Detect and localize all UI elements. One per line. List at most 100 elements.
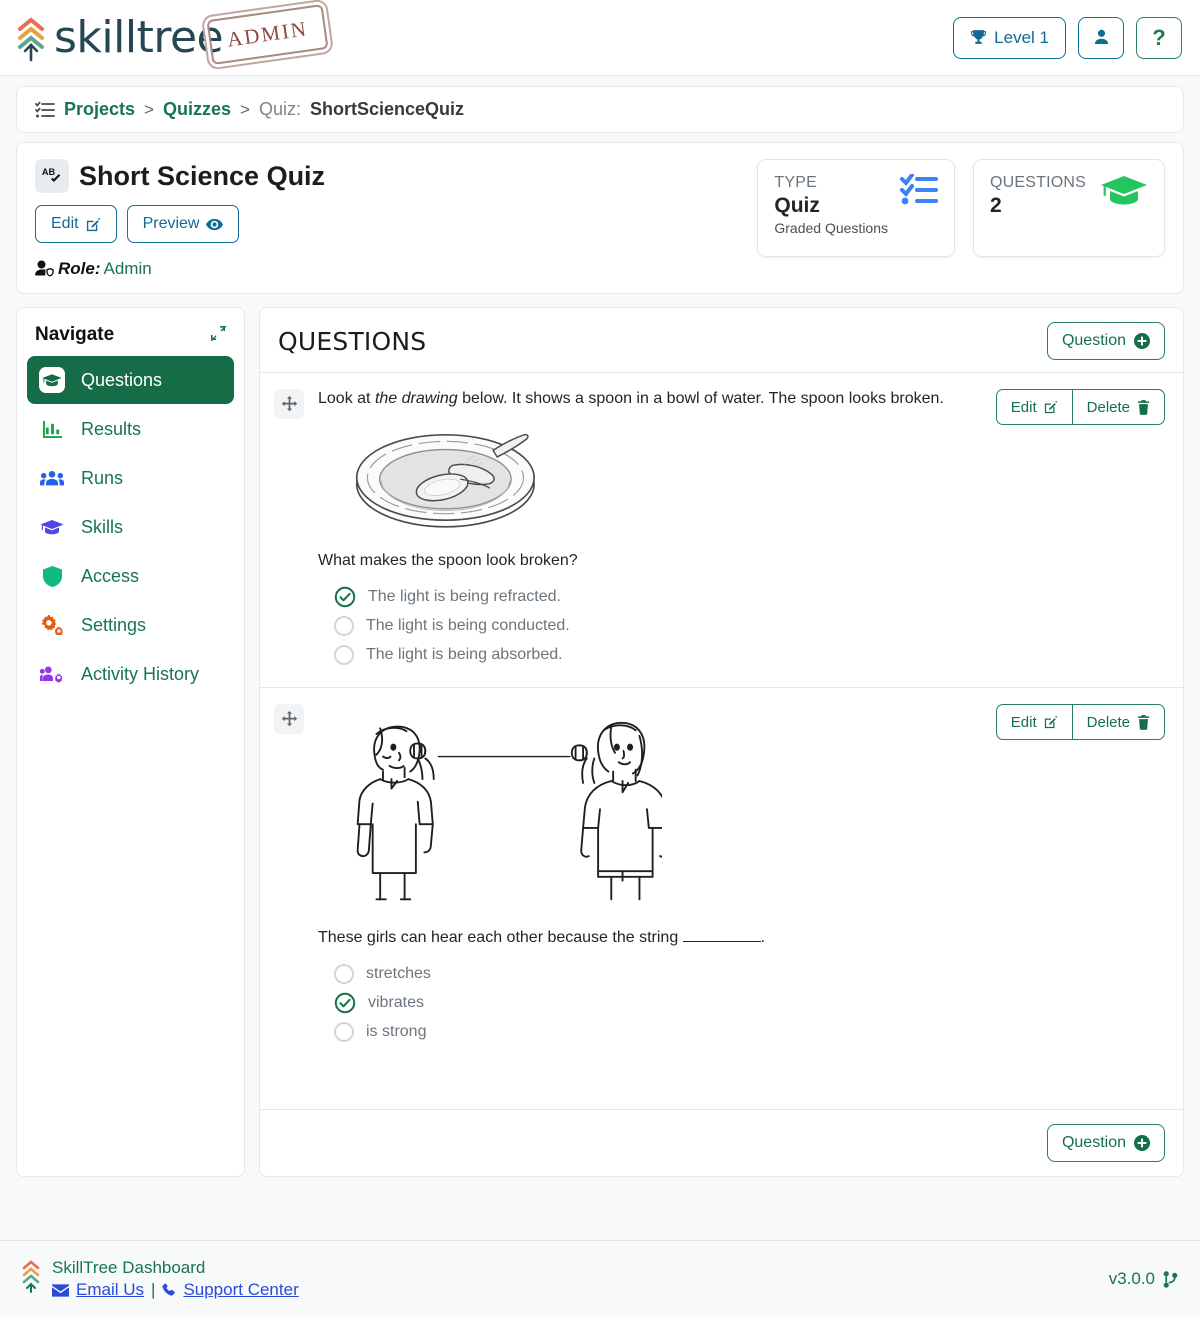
footer-left: SkillTree Dashboard Email Us | Support C… (20, 1258, 299, 1301)
add-question-button-top[interactable]: Question (1046, 322, 1165, 360)
arrows-move-icon[interactable] (274, 704, 304, 735)
edit-quiz-button[interactable]: Edit (35, 205, 117, 243)
stat-cards: TYPE Quiz Graded Questions QUESTIONS 2 (757, 159, 1165, 257)
pencil-square-icon (1044, 715, 1057, 729)
spell-check-icon: AB (35, 159, 69, 193)
question-intro-prefix: Look at (318, 390, 375, 407)
question-card: These girls can hear each other because … (260, 687, 1183, 1064)
question-card: Look at the drawing below. It shows a sp… (260, 372, 1183, 687)
answer-option[interactable]: is strong (334, 1017, 982, 1046)
skilltree-chevrons-icon (14, 15, 48, 61)
user-shield-icon (35, 260, 54, 277)
edit-question-label: Edit (1010, 713, 1037, 731)
sidebar-item-label: Results (81, 418, 142, 439)
delete-question-button[interactable]: Delete (1071, 389, 1165, 425)
preview-quiz-button[interactable]: Preview (126, 205, 240, 243)
stat-value: Quiz (774, 194, 820, 217)
plus-circle-icon (1134, 333, 1150, 349)
answer-option[interactable]: The light is being conducted. (334, 611, 982, 640)
sidebar-item-runs[interactable]: Runs (27, 454, 234, 502)
role-label: Role: (58, 259, 101, 278)
page-root: skilltree ADMIN Level 1 ? Projects > Qui… (0, 0, 1200, 1317)
answer-text: vibrates (368, 993, 425, 1011)
breadcrumb-separator-2: > (240, 99, 250, 119)
questions-panel-title: QUESTIONS (278, 326, 427, 356)
sidebar-item-label: Access (81, 565, 140, 586)
breadcrumb-link-quizzes[interactable]: Quizzes (163, 99, 231, 120)
question-actions: Edit Delete (995, 389, 1165, 669)
stat-sub: Graded Questions (774, 220, 888, 236)
sidebar-item-label: Activity History (81, 663, 200, 684)
footer-links: Email Us | Support Center (52, 1280, 299, 1300)
sidebar-item-label: Questions (81, 369, 163, 390)
question-actions: Edit Delete (995, 704, 1165, 1046)
chart-bar-icon (39, 420, 65, 439)
pencil-square-icon (1044, 400, 1057, 414)
users-gear-icon (39, 665, 65, 684)
radio-empty-icon (334, 1021, 354, 1042)
sidebar-item-access[interactable]: Access (27, 552, 234, 600)
sidebar-item-questions[interactable]: Questions (27, 356, 234, 404)
add-question-label: Question (1061, 1134, 1126, 1151)
breadcrumb-current-label: Quiz: (258, 99, 301, 119)
question-body: These girls can hear each other because … (318, 702, 982, 1046)
question-row: Look at the drawing below. It shows a sp… (274, 387, 1165, 669)
question-image-tin-can-telephone (352, 712, 982, 917)
brand-logo[interactable]: skilltree ADMIN (14, 4, 329, 65)
user-menu-button[interactable] (1078, 16, 1124, 59)
add-question-label: Question (1061, 332, 1126, 349)
edit-question-label: Edit (1010, 398, 1037, 416)
answer-option[interactable]: The light is being refracted. (334, 582, 982, 611)
add-question-button-bottom[interactable]: Question (1046, 1124, 1165, 1162)
answer-list: The light is being refracted. The light … (318, 582, 982, 669)
email-us-link[interactable]: Email Us (76, 1280, 144, 1300)
role-line: Role: Admin (35, 259, 325, 279)
help-button[interactable]: ? (1136, 16, 1182, 59)
radio-empty-icon (334, 963, 354, 984)
question-intro-italic: the drawing (374, 390, 458, 407)
check-circle-icon (334, 992, 356, 1013)
stat-card-type-text: TYPE Quiz Graded Questions (774, 174, 888, 242)
compress-arrows-icon[interactable] (210, 325, 226, 345)
pencil-square-icon (86, 217, 100, 231)
sidebar-item-results[interactable]: Results (27, 405, 234, 453)
breadcrumb-link-projects[interactable]: Projects (64, 99, 135, 120)
arrows-move-icon[interactable] (274, 389, 304, 419)
main-layout: Navigate Questions Results Runs Skills A… (16, 307, 1184, 1177)
list-check-blue-icon (900, 173, 938, 242)
question-mark-icon: ? (1152, 24, 1166, 50)
answer-list: stretches vibrates is strong (318, 959, 982, 1046)
page-header-left: AB Short Science Quiz Edit Preview Role:… (35, 159, 325, 279)
edit-question-button[interactable]: Edit (995, 389, 1072, 425)
sidebar-item-settings[interactable]: Settings (27, 601, 234, 649)
support-center-link[interactable]: Support Center (183, 1280, 298, 1300)
check-circle-icon (334, 586, 356, 607)
trash-icon (1137, 714, 1150, 730)
answer-text: is strong (366, 1022, 427, 1040)
answer-text: The light is being conducted. (366, 616, 570, 634)
top-actions: Level 1 ? (953, 16, 1182, 59)
question-prompt: What makes the spoon look broken? (318, 552, 578, 570)
graduation-cap-icon (39, 367, 65, 393)
delete-question-button[interactable]: Delete (1071, 704, 1165, 741)
answer-text: stretches (366, 964, 431, 982)
questions-panel-footer: Question (260, 1109, 1183, 1176)
navigate-title: Navigate (35, 324, 115, 345)
question-prompt: These girls can hear each other because … (318, 929, 982, 947)
answer-option[interactable]: stretches (334, 959, 982, 988)
footer-text: SkillTree Dashboard Email Us | Support C… (52, 1258, 299, 1300)
skilltree-chevrons-icon (20, 1258, 42, 1301)
radio-empty-icon (334, 615, 354, 636)
stat-label: TYPE (774, 174, 817, 191)
edit-question-button[interactable]: Edit (995, 704, 1072, 741)
footer-divider: | (151, 1280, 156, 1299)
answer-option[interactable]: The light is being absorbed. (334, 640, 982, 669)
stat-card-questions: QUESTIONS 2 (973, 159, 1165, 257)
stat-card-questions-text: QUESTIONS 2 (990, 174, 1086, 242)
delete-question-label: Delete (1086, 398, 1130, 416)
answer-option[interactable]: vibrates (334, 988, 982, 1017)
admin-stamp: ADMIN (206, 4, 329, 65)
sidebar-item-activity-history[interactable]: Activity History (27, 650, 234, 698)
level-button[interactable]: Level 1 (953, 16, 1066, 59)
sidebar-item-skills[interactable]: Skills (27, 503, 234, 551)
